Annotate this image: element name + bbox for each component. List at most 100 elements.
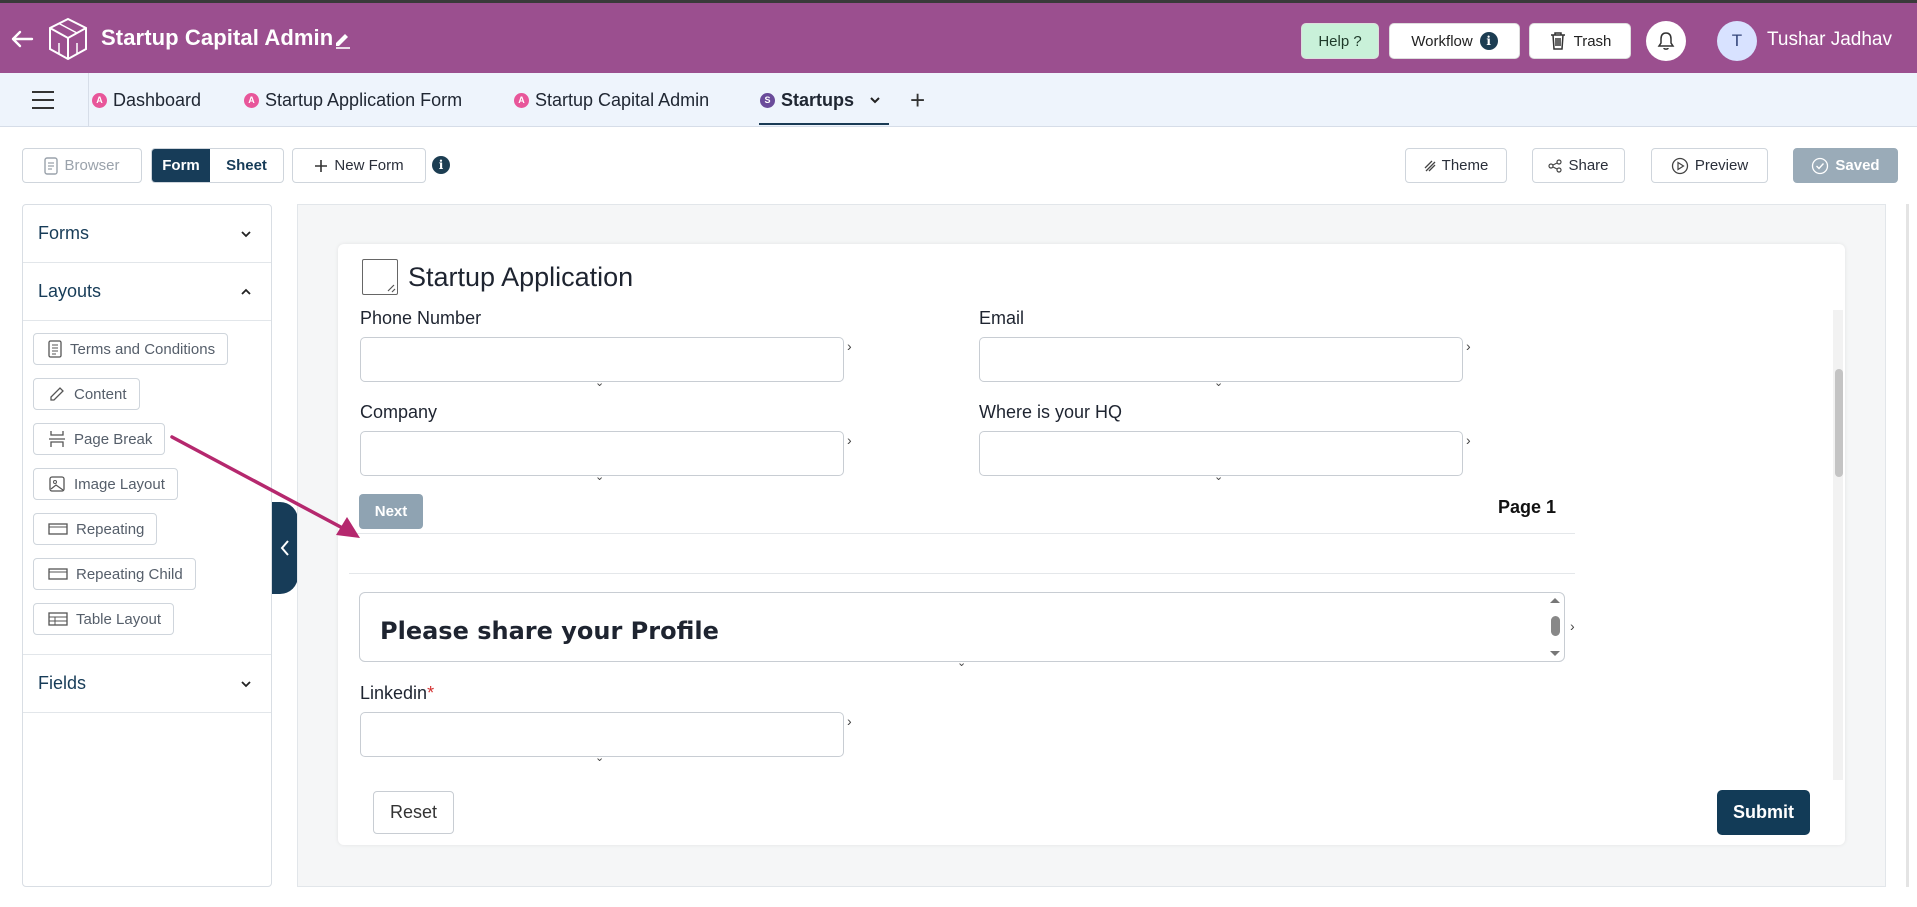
layout-item-repeating[interactable]: Repeating bbox=[33, 513, 158, 545]
tab-startup-capital-admin[interactable]: A Startup Capital Admin bbox=[514, 87, 709, 113]
layout-item-label: Table Layout bbox=[76, 610, 162, 628]
menu-icon[interactable] bbox=[32, 91, 54, 109]
chevron-down-icon bbox=[241, 680, 251, 687]
tab-label: Dashboard bbox=[113, 89, 202, 110]
chevron-down-icon[interactable]: ⌄ bbox=[1214, 376, 1223, 389]
tab-badge: A bbox=[514, 92, 529, 108]
preview-button[interactable]: Preview bbox=[1651, 148, 1768, 183]
saved-button[interactable]: Saved bbox=[1793, 148, 1898, 183]
layout-item-table-layout[interactable]: Table Layout bbox=[33, 603, 175, 635]
reset-button[interactable]: Reset bbox=[373, 791, 454, 834]
layout-item-label: Repeating bbox=[76, 520, 145, 538]
chevron-right-icon[interactable]: › bbox=[847, 338, 852, 354]
chevron-down-icon[interactable]: ⌄ bbox=[595, 376, 604, 389]
new-form-button[interactable]: New Form bbox=[292, 148, 426, 183]
divider bbox=[88, 73, 89, 127]
layouts-section-label: Layouts bbox=[38, 281, 102, 301]
tab-startup-application-form[interactable]: A Startup Application Form bbox=[244, 87, 462, 113]
chevron-up-icon bbox=[241, 288, 251, 295]
chevron-right-icon[interactable]: › bbox=[1570, 618, 1575, 634]
layout-item-content[interactable]: Content bbox=[33, 378, 140, 410]
theme-label: Theme bbox=[1441, 157, 1489, 174]
add-tab-icon[interactable]: + bbox=[910, 85, 925, 116]
repeating-child-icon bbox=[48, 568, 68, 580]
phone-number-label: Phone Number bbox=[360, 308, 482, 328]
tab-label: Startup Application Form bbox=[265, 89, 463, 110]
trash-button[interactable]: Trash bbox=[1529, 23, 1631, 59]
forms-section-label: Forms bbox=[38, 223, 89, 243]
browser-button[interactable]: Browser bbox=[22, 148, 142, 183]
image-icon bbox=[49, 476, 65, 492]
fields-section-header[interactable]: Fields bbox=[23, 655, 271, 713]
info-icon: i bbox=[1479, 32, 1498, 50]
chevron-right-icon[interactable]: › bbox=[847, 432, 852, 448]
theme-button[interactable]: Theme bbox=[1405, 148, 1507, 183]
bell-icon bbox=[1657, 32, 1675, 50]
layout-item-label: Page Break bbox=[74, 430, 153, 448]
layout-item-image-layout[interactable]: Image Layout bbox=[33, 468, 178, 500]
workflow-label: Workflow bbox=[1411, 32, 1473, 50]
notifications-button[interactable] bbox=[1646, 21, 1686, 61]
chevron-down-icon[interactable]: ⌄ bbox=[1214, 470, 1223, 483]
user-name[interactable]: Tushar Jadhav bbox=[1767, 29, 1892, 51]
fields-section-label: Fields bbox=[38, 673, 87, 693]
layout-item-terms-and-conditions[interactable]: Terms and Conditions bbox=[33, 333, 229, 365]
page-scrollbar[interactable] bbox=[1906, 204, 1909, 887]
content-scrollbar[interactable] bbox=[1546, 597, 1564, 657]
share-button[interactable]: Share bbox=[1532, 148, 1625, 183]
page-indicator: Page 1 bbox=[1498, 497, 1557, 517]
profile-heading: Please share your Profile bbox=[380, 617, 719, 645]
email-label: Email bbox=[979, 308, 1025, 328]
play-icon bbox=[1671, 157, 1688, 174]
new-form-label: New Form bbox=[334, 157, 404, 174]
trash-label: Trash bbox=[1573, 32, 1612, 50]
theme-icon bbox=[1424, 160, 1436, 171]
sheet-view-button[interactable]: Sheet bbox=[210, 149, 283, 182]
chevron-right-icon[interactable]: › bbox=[1466, 338, 1471, 354]
layout-item-repeating-child[interactable]: Repeating Child bbox=[33, 558, 196, 590]
layout-item-label: Terms and Conditions bbox=[70, 340, 216, 358]
tab-bar: A Dashboard A Startup Application Form A… bbox=[0, 73, 1917, 127]
form-title: Startup Application bbox=[408, 262, 634, 292]
chevron-down-icon[interactable]: ⌄ bbox=[957, 656, 966, 669]
layout-item-label: Image Layout bbox=[74, 475, 165, 493]
annotation-arrow bbox=[170, 435, 360, 538]
tab-dashboard[interactable]: A Dashboard bbox=[92, 87, 201, 113]
tab-badge: A bbox=[92, 92, 107, 108]
back-arrow-icon[interactable] bbox=[8, 25, 36, 53]
tab-badge: A bbox=[244, 92, 259, 108]
tab-startups[interactable]: S Startups bbox=[760, 87, 882, 113]
hq-label: Where is your HQ bbox=[979, 402, 1123, 422]
layouts-section-header[interactable]: Layouts bbox=[23, 263, 271, 321]
chevron-right-icon[interactable]: › bbox=[1466, 432, 1471, 448]
submit-button[interactable]: Submit bbox=[1717, 790, 1810, 835]
chevron-right-icon[interactable]: › bbox=[847, 713, 852, 729]
form-view-button[interactable]: Form bbox=[152, 149, 210, 182]
app-logo-icon bbox=[49, 17, 87, 61]
divider bbox=[349, 533, 1575, 534]
help-button[interactable]: Help ? bbox=[1301, 23, 1379, 59]
tab-label: Startups bbox=[781, 89, 855, 110]
share-icon bbox=[1548, 158, 1563, 173]
app-title: Startup Capital Admin bbox=[101, 25, 334, 50]
linkedin-label: Linkedin* bbox=[360, 683, 434, 704]
layout-item-label: Content bbox=[74, 385, 127, 403]
resize-handle-icon bbox=[387, 284, 396, 293]
edit-title-icon[interactable] bbox=[333, 29, 353, 49]
document-icon bbox=[48, 340, 62, 358]
chevron-down-icon[interactable]: ⌄ bbox=[595, 751, 604, 764]
chevron-down-icon[interactable] bbox=[868, 95, 882, 105]
forms-section-header[interactable]: Forms bbox=[23, 205, 271, 263]
help-label: Help ? bbox=[1318, 32, 1362, 50]
tab-badge: S bbox=[760, 92, 775, 108]
layout-item-page-break[interactable]: Page Break bbox=[33, 423, 166, 455]
info-icon[interactable]: i bbox=[432, 156, 450, 174]
chevron-down-icon[interactable]: ⌄ bbox=[595, 470, 604, 483]
table-icon bbox=[48, 612, 68, 626]
form-scrollbar-thumb[interactable] bbox=[1835, 369, 1843, 477]
page-break-icon bbox=[49, 431, 65, 447]
form-logo-placeholder[interactable] bbox=[362, 259, 398, 295]
avatar[interactable]: T bbox=[1717, 21, 1757, 61]
workflow-button[interactable]: Workflow i bbox=[1389, 23, 1520, 59]
repeating-icon bbox=[48, 523, 68, 535]
